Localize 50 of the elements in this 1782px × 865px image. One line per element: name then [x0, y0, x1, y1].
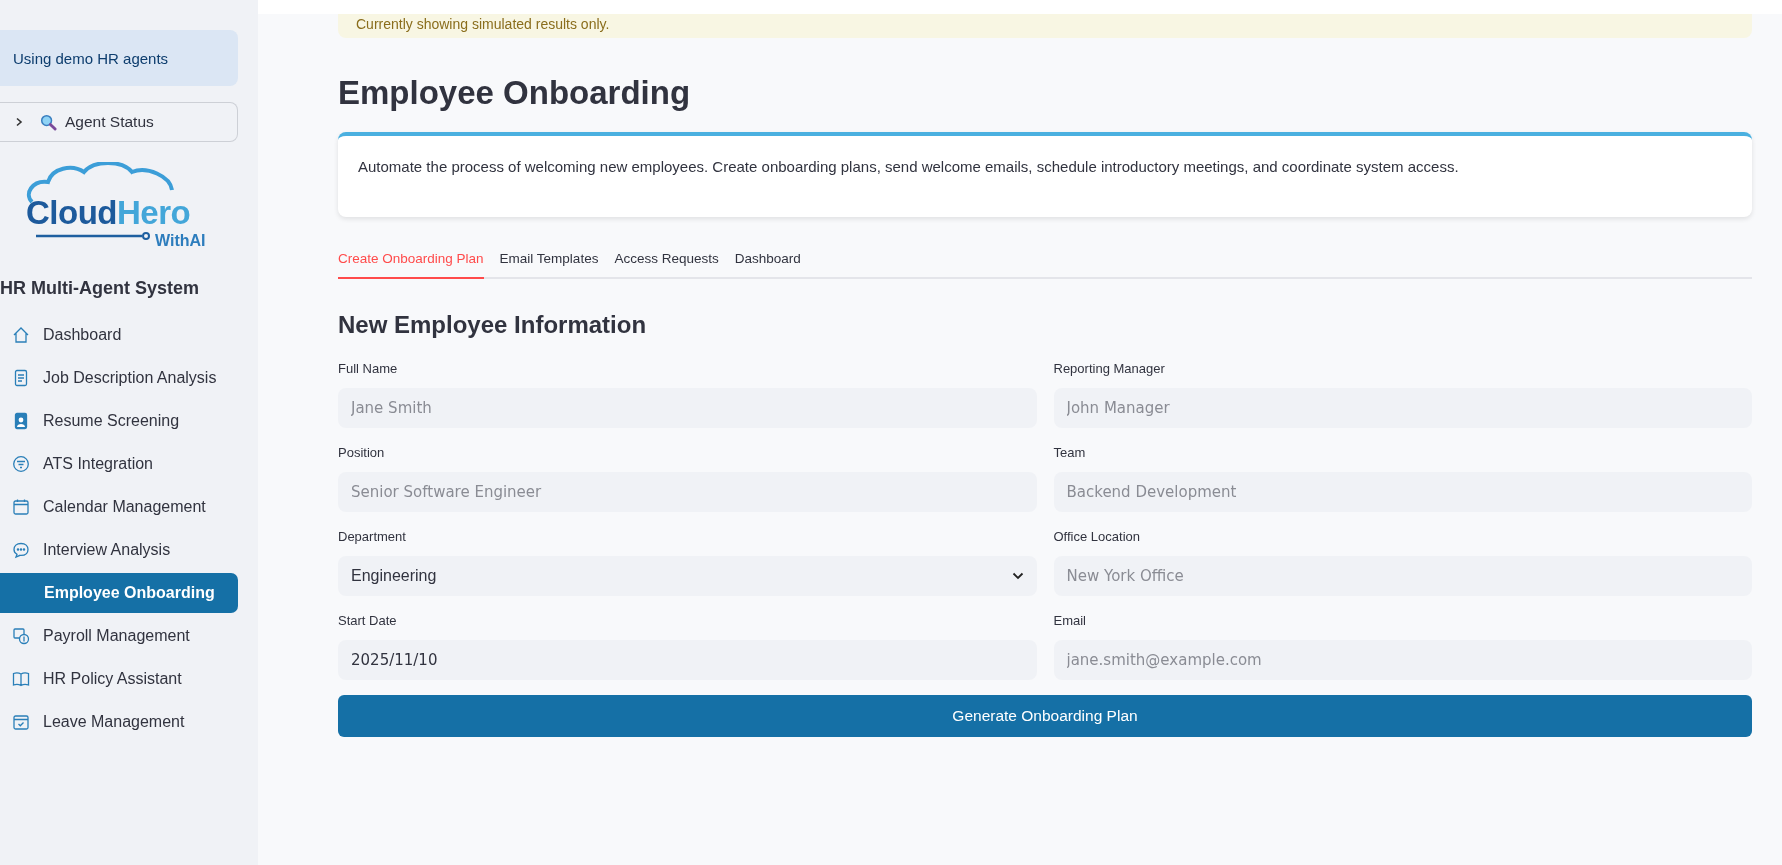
document-icon — [12, 369, 30, 387]
nav-item[interactable]: Interview Analysis — [0, 530, 238, 570]
nav-item[interactable]: Resume Screening — [0, 401, 238, 441]
info-banner: Currently showing simulated results only. — [338, 14, 1752, 38]
input-field[interactable]: Senior Software Engineer — [338, 472, 1037, 512]
field-label: Team — [1053, 445, 1087, 460]
field-label: Email — [1053, 613, 1087, 628]
field-label: Reporting Manager — [1053, 361, 1166, 376]
chevron-down-icon — [1011, 572, 1024, 580]
nav-item[interactable]: Leave Management — [0, 702, 238, 742]
field-label: Office Location — [1053, 529, 1141, 544]
calendar-icon — [12, 498, 30, 516]
filter-icon — [12, 455, 30, 473]
nav-item[interactable]: Calendar Management — [0, 487, 238, 527]
chat-icon — [12, 541, 30, 559]
nav-item[interactable]: HR Policy Assistant — [0, 659, 238, 699]
tab[interactable]: Email Templates — [499, 247, 599, 279]
nav-item[interactable]: Payroll Management — [0, 616, 238, 656]
description-card: Automate the process of welcoming new employees. Create onboarding plans, send welcome emails, schedule introductory meetings, and coordinate system access. — [338, 132, 1752, 217]
demo-notice: Using demo HR agents — [0, 30, 238, 86]
nav-item[interactable]: Job Description Analysis — [0, 358, 238, 398]
input-field[interactable]: Jane Smith — [338, 388, 1037, 428]
tab[interactable]: Access Requests — [614, 247, 719, 279]
nav-item[interactable]: Dashboard — [0, 315, 238, 355]
input-field[interactable]: jane.smith@example.com — [1053, 640, 1752, 680]
book-icon — [12, 670, 30, 688]
dropdown[interactable]: Engineering — [338, 556, 1037, 596]
agent-status-expander[interactable]: Agent Status — [0, 102, 238, 142]
calendar-check-icon — [12, 713, 30, 731]
tab[interactable]: Dashboard — [734, 247, 801, 279]
nav-item[interactable]: ATS Integration — [0, 444, 238, 484]
field-label: Start Date — [338, 613, 398, 628]
nav-item[interactable]: Employee Onboarding — [0, 573, 238, 613]
logo-tagline: WithAI — [155, 232, 206, 250]
section-heading: New Employee Information — [338, 311, 648, 339]
input-field[interactable]: Backend Development — [1053, 472, 1752, 512]
field-label: Department — [338, 529, 407, 544]
field-label: Full Name — [338, 361, 399, 376]
logo-wordmark: CloudHero — [26, 194, 191, 232]
input-field[interactable]: New York Office — [1053, 556, 1752, 596]
date-field[interactable]: 2025/11/10 — [338, 640, 1037, 680]
home-icon — [12, 326, 30, 344]
magnifier-icon — [40, 113, 57, 131]
field-label: Position — [338, 445, 386, 460]
badge-icon — [12, 412, 30, 430]
page-title: Employee Onboarding — [338, 74, 692, 113]
input-field[interactable]: John Manager — [1053, 388, 1752, 428]
chevron-icon — [14, 117, 24, 127]
sidebar-title: HR Multi-Agent System — [0, 278, 200, 299]
generate-button[interactable]: Generate Onboarding Plan — [338, 695, 1752, 737]
